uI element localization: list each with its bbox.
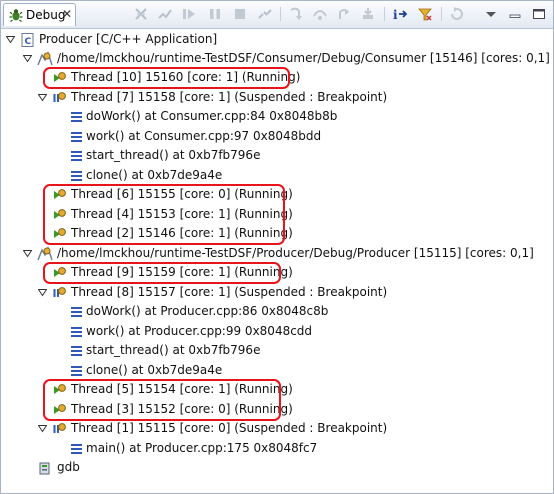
stack-frame-icon bbox=[69, 109, 85, 125]
stack-frame-icon bbox=[69, 304, 85, 320]
running-thread-icon bbox=[52, 402, 68, 418]
suspended-thread-icon bbox=[52, 421, 68, 437]
collapse-arrow-icon[interactable] bbox=[38, 424, 47, 433]
thread-label: Thread [5] 15154 [core: 1] (Running) bbox=[71, 382, 293, 396]
thread-label: Thread [6] 15155 [core: 0] (Running) bbox=[71, 187, 293, 201]
thread-label: Thread [2] 15146 [core: 1] (Running) bbox=[71, 226, 293, 240]
frame-label: doWork() at Producer.cpp:86 0x8048c8b bbox=[86, 304, 329, 318]
process-label: /home/lmckhou/runtime-TestDSF/Consumer/D… bbox=[57, 51, 550, 65]
frame-label: main() at Producer.cpp:175 0x8048fc7 bbox=[86, 441, 318, 455]
minimize-icon[interactable] bbox=[507, 6, 523, 22]
view-toolbar: Debug ✕ i bbox=[1, 1, 553, 29]
tree-row-thread-3[interactable]: Thread [3] 15152 [core: 0] (Running) bbox=[1, 400, 551, 419]
tree-row-stack-frame[interactable]: clone() at 0xb7de9a4e bbox=[1, 361, 551, 380]
reset-icon[interactable] bbox=[449, 6, 465, 22]
frame-label: clone() at 0xb7de9a4e bbox=[86, 168, 223, 182]
gdb-label: gdb bbox=[57, 460, 80, 474]
tree-row-stack-frame[interactable]: doWork() at Producer.cpp:86 0x8048c8b bbox=[1, 302, 551, 321]
close-icon[interactable]: ✕ bbox=[62, 7, 72, 21]
suspended-thread-icon bbox=[52, 90, 68, 106]
running-thread-icon bbox=[52, 382, 68, 398]
debug-target-icon bbox=[37, 51, 53, 67]
tree-row-thread-4[interactable]: Thread [4] 15153 [core: 1] (Running) bbox=[1, 205, 551, 224]
view-menu-icon[interactable] bbox=[483, 6, 499, 22]
running-thread-icon bbox=[52, 70, 68, 86]
suspended-thread-icon bbox=[52, 285, 68, 301]
connect-icon[interactable] bbox=[157, 6, 173, 22]
tree-row-stack-frame[interactable]: main() at Producer.cpp:175 0x8048fc7 bbox=[1, 439, 551, 458]
running-thread-icon bbox=[52, 226, 68, 242]
collapse-arrow-icon[interactable] bbox=[38, 93, 47, 102]
tree-row-stack-frame[interactable]: start_thread() at 0xb7fb796e bbox=[1, 146, 551, 165]
tree-row-stack-frame[interactable]: work() at Producer.cpp:99 0x8048cdd bbox=[1, 322, 551, 341]
stack-frame-icon bbox=[69, 148, 85, 164]
instruction-stepping-icon[interactable]: i bbox=[392, 6, 408, 22]
tree-row-thread-10[interactable]: Thread [10] 15160 [core: 1] (Running) bbox=[1, 68, 551, 87]
step-into-icon[interactable] bbox=[288, 6, 304, 22]
tab-debug[interactable]: Debug ✕ bbox=[3, 3, 76, 26]
tree-row-thread-5[interactable]: Thread [5] 15154 [core: 1] (Running) bbox=[1, 380, 551, 399]
tree-row-thread-8[interactable]: Thread [8] 15157 [core: 1] (Suspended : … bbox=[1, 283, 551, 302]
thread-label: Thread [3] 15152 [core: 0] (Running) bbox=[71, 402, 293, 416]
tree-row-thread-6[interactable]: Thread [6] 15155 [core: 0] (Running) bbox=[1, 185, 551, 204]
maximize-icon[interactable] bbox=[531, 6, 547, 22]
step-return-icon[interactable] bbox=[336, 6, 352, 22]
thread-label: Thread [8] 15157 [core: 1] (Suspended : … bbox=[71, 285, 388, 299]
stack-frame-icon bbox=[69, 324, 85, 340]
thread-label: Thread [9] 15159 [core: 1] (Running) bbox=[71, 265, 293, 279]
stack-frame-icon bbox=[69, 441, 85, 457]
tab-title: Debug bbox=[26, 8, 66, 22]
thread-label: Thread [1] 15115 [core: 0] (Suspended : … bbox=[71, 421, 388, 435]
tree-row-thread-7[interactable]: Thread [7] 15158 [core: 1] (Suspended : … bbox=[1, 88, 551, 107]
tree-row-process-consumer[interactable]: /home/lmckhou/runtime-TestDSF/Consumer/D… bbox=[1, 49, 551, 68]
running-thread-icon bbox=[52, 265, 68, 281]
suspend-icon[interactable] bbox=[207, 6, 223, 22]
launch-label: Producer [C/C++ Application] bbox=[39, 32, 218, 46]
thread-label: Thread [10] 15160 [core: 1] (Running) bbox=[71, 70, 301, 84]
disconnect-icon[interactable] bbox=[257, 6, 273, 22]
collapse-arrow-icon[interactable] bbox=[38, 288, 47, 297]
tree-row-thread-2[interactable]: Thread [2] 15146 [core: 1] (Running) bbox=[1, 224, 551, 243]
c-application-launch-icon: C bbox=[20, 32, 36, 48]
frame-label: work() at Consumer.cpp:97 0x8048bdd bbox=[86, 129, 322, 143]
frame-label: start_thread() at 0xb7fb796e bbox=[86, 343, 261, 357]
tree-row-process-producer[interactable]: /home/lmckhou/runtime-TestDSF/Producer/D… bbox=[1, 244, 551, 263]
tree-row-thread-9[interactable]: Thread [9] 15159 [core: 1] (Running) bbox=[1, 263, 551, 282]
svg-text:C: C bbox=[25, 37, 32, 47]
svg-text:i: i bbox=[393, 8, 398, 22]
running-thread-icon bbox=[52, 187, 68, 203]
running-thread-icon bbox=[52, 207, 68, 223]
collapse-arrow-icon[interactable] bbox=[6, 35, 15, 44]
remove-terminated-icon[interactable] bbox=[133, 6, 149, 22]
tree-row-gdb[interactable]: gdb bbox=[1, 458, 551, 477]
tree-row-stack-frame[interactable]: start_thread() at 0xb7fb796e bbox=[1, 341, 551, 360]
process-label: /home/lmckhou/runtime-TestDSF/Producer/D… bbox=[57, 246, 534, 260]
frame-label: start_thread() at 0xb7fb796e bbox=[86, 148, 261, 162]
gdb-process-icon bbox=[37, 460, 53, 476]
drop-to-frame-icon[interactable] bbox=[360, 6, 376, 22]
debug-target-icon bbox=[37, 246, 53, 262]
use-step-filters-icon[interactable] bbox=[417, 6, 433, 22]
step-over-icon[interactable] bbox=[312, 6, 328, 22]
tree-row-stack-frame[interactable]: clone() at 0xb7de9a4e bbox=[1, 166, 551, 185]
frame-label: doWork() at Consumer.cpp:84 0x8048b8b bbox=[86, 109, 338, 123]
collapse-arrow-icon[interactable] bbox=[23, 54, 32, 63]
debug-view: Debug ✕ i C Producer [C/C++ Application]… bbox=[0, 0, 554, 494]
debug-bug-icon bbox=[9, 8, 23, 22]
tree-row-stack-frame[interactable]: doWork() at Consumer.cpp:84 0x8048b8b bbox=[1, 107, 551, 126]
tree-row-launch[interactable]: C Producer [C/C++ Application] bbox=[1, 30, 551, 49]
resume-icon[interactable] bbox=[181, 6, 197, 22]
frame-label: clone() at 0xb7de9a4e bbox=[86, 363, 223, 377]
collapse-arrow-icon[interactable] bbox=[23, 249, 32, 258]
thread-label: Thread [7] 15158 [core: 1] (Suspended : … bbox=[71, 90, 388, 104]
tree-row-thread-1[interactable]: Thread [1] 15115 [core: 0] (Suspended : … bbox=[1, 419, 551, 438]
stack-frame-icon bbox=[69, 363, 85, 379]
stack-frame-icon bbox=[69, 343, 85, 359]
tree-row-stack-frame[interactable]: work() at Consumer.cpp:97 0x8048bdd bbox=[1, 127, 551, 146]
stack-frame-icon bbox=[69, 168, 85, 184]
frame-label: work() at Producer.cpp:99 0x8048cdd bbox=[86, 324, 313, 338]
thread-label: Thread [4] 15153 [core: 1] (Running) bbox=[71, 207, 293, 221]
terminate-icon[interactable] bbox=[232, 6, 248, 22]
stack-frame-icon bbox=[69, 129, 85, 145]
